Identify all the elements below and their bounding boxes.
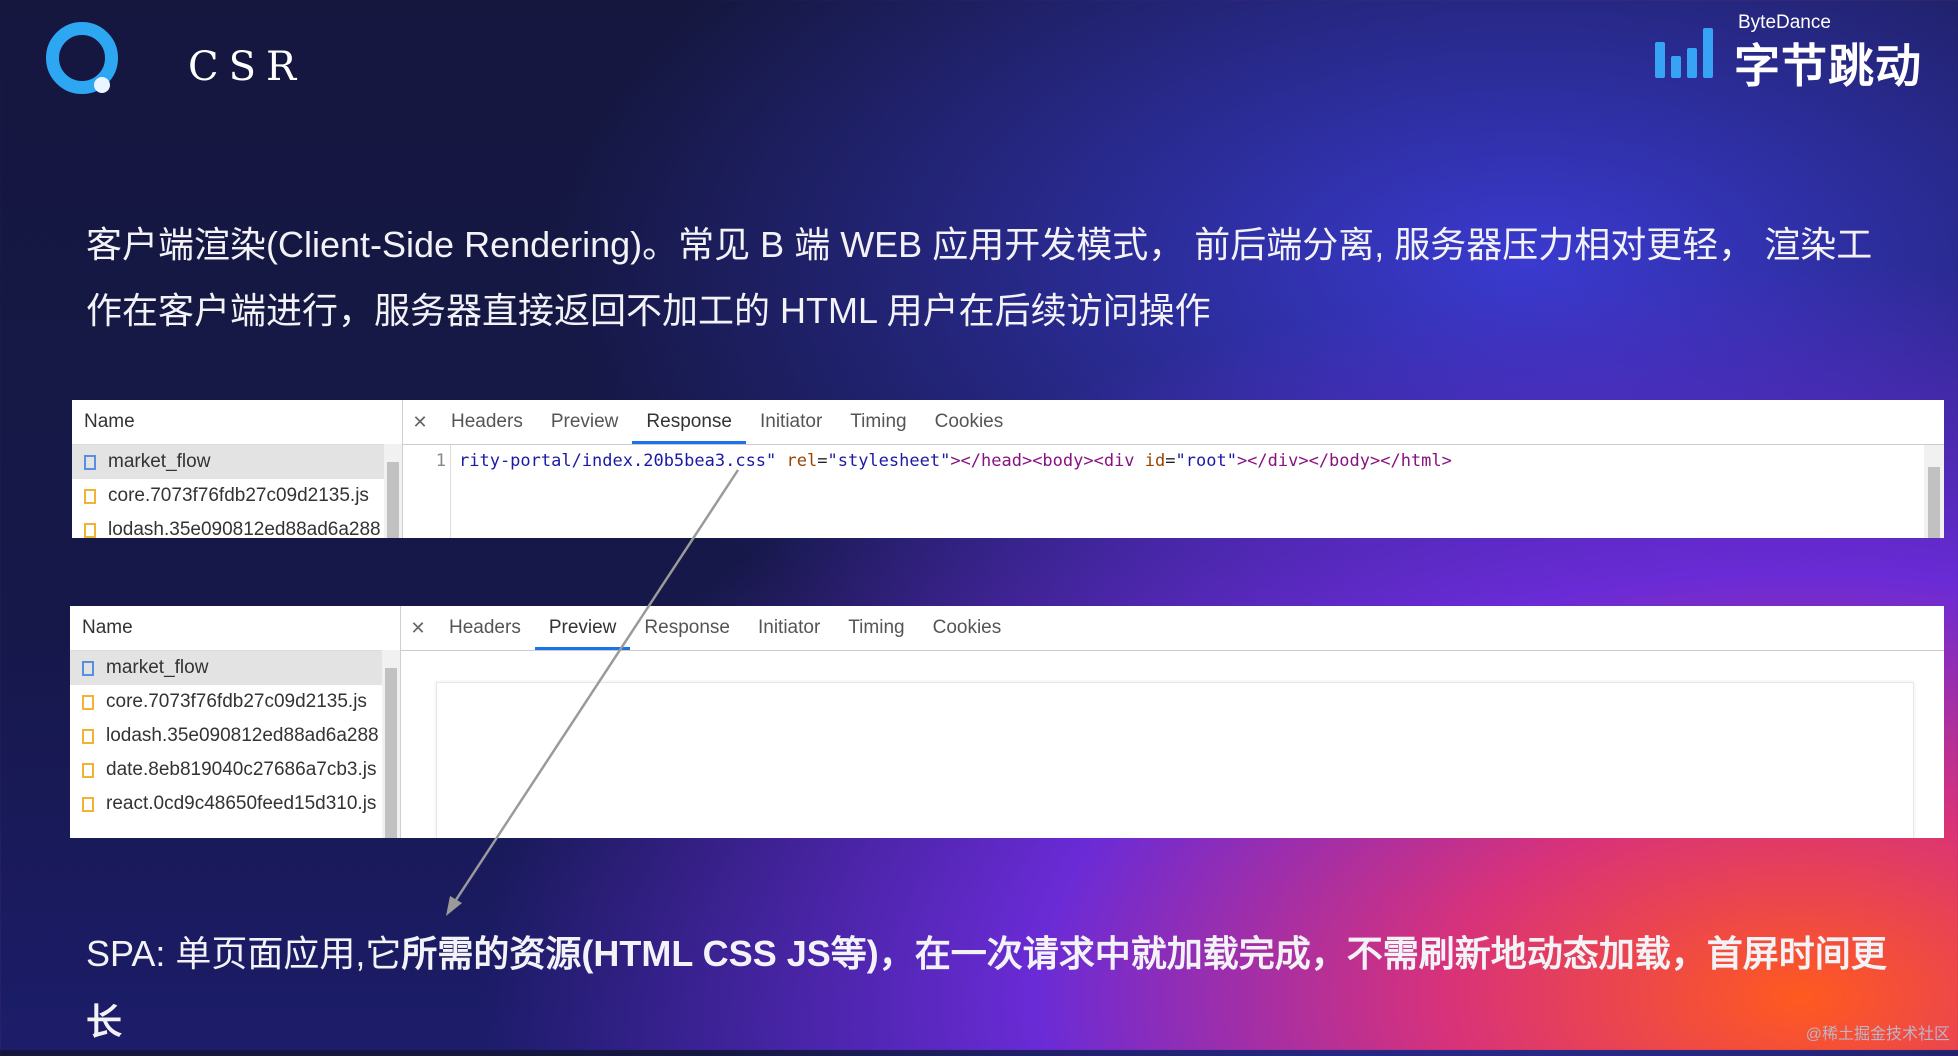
tab-timing[interactable]: Timing [834,606,918,650]
tab-preview[interactable]: Preview [534,606,631,650]
script-icon [82,694,94,710]
tab-cookies[interactable]: Cookies [919,606,1016,650]
tab-response[interactable]: Response [632,400,746,444]
tab-initiator[interactable]: Initiator [746,400,836,444]
file-list-scrollbar[interactable] [384,444,402,538]
tab-response[interactable]: Response [630,606,744,650]
blank-preview-area [436,682,1914,838]
spa-description: SPA: 单页面应用,它所需的资源(HTML CSS JS等)，在一次请求中就加… [86,933,1887,1042]
document-icon [82,660,94,676]
script-icon [82,796,94,812]
csr-description: 客户端渲染(Client-Side Rendering)。常见 B 端 WEB … [86,224,1873,331]
script-icon [82,762,94,778]
tab-initiator[interactable]: Initiator [744,606,834,650]
script-icon [82,728,94,744]
tab-headers[interactable]: Headers [437,400,537,444]
response-code-viewer[interactable]: 1 rity-portal/index.20b5bea3.css" rel="s… [403,445,1944,538]
devtools-preview-panel: Name market_flow core.7073f76fdb27c09d21… [70,606,1944,838]
script-icon [84,488,96,504]
file-row[interactable]: core.7073f76fdb27c09d2135.js [72,479,402,513]
script-icon [84,522,96,538]
detail-tabbar: ✕ Headers Preview Response Initiator Tim… [403,400,1944,445]
document-icon [84,454,96,470]
close-icon[interactable]: ✕ [403,412,437,433]
detail-tabbar: ✕ Headers Preview Response Initiator Tim… [401,606,1944,651]
file-row[interactable]: date.8eb819040c27686a7cb3.js [70,753,400,787]
brand-name-cn: 字节跳动 [1734,40,1922,92]
course-logo-dot [94,77,110,93]
file-row[interactable]: lodash.35e090812ed88ad6a288 [70,719,400,753]
tab-preview[interactable]: Preview [537,400,633,444]
file-list-scrollbar[interactable] [382,650,400,838]
slide-title: CSR [188,44,307,90]
code-scrollbar[interactable] [1924,445,1944,538]
network-file-list: Name market_flow core.7073f76fdb27c09d21… [72,400,403,538]
network-file-list: Name market_flow core.7073f76fdb27c09d21… [70,606,401,838]
source-watermark: @稀土掘金技术社区 [1805,1026,1950,1043]
name-column-header[interactable]: Name [70,606,400,651]
tab-headers[interactable]: Headers [435,606,535,650]
tab-timing[interactable]: Timing [836,400,920,444]
file-row[interactable]: react.0cd9c48650feed15d310.js [70,787,400,821]
bytedance-logo-icon [1655,26,1715,78]
file-row[interactable]: market_flow [70,651,400,685]
response-code-line: rity-portal/index.20b5bea3.css" rel="sty… [459,451,1452,471]
line-number: 1 [403,445,451,538]
close-icon[interactable]: ✕ [401,618,435,639]
file-row[interactable]: lodash.35e090812ed88ad6a288 [72,513,402,538]
file-row[interactable]: market_flow [72,445,402,479]
tab-cookies[interactable]: Cookies [921,400,1018,444]
devtools-response-panel: Name market_flow core.7073f76fdb27c09d21… [72,400,1944,538]
file-row[interactable]: core.7073f76fdb27c09d2135.js [70,685,400,719]
name-column-header[interactable]: Name [72,400,402,445]
